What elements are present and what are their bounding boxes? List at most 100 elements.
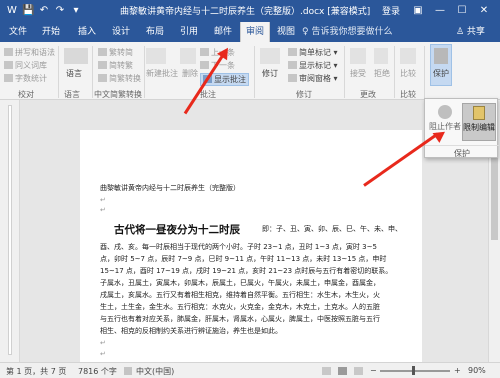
proofing-status-icon[interactable] [124, 367, 132, 375]
group-separator [92, 46, 93, 98]
group-label-language: 语言 [64, 90, 80, 99]
group-label-chinese-conversion: 中文简繁转换 [94, 90, 142, 99]
spelling-grammar-button[interactable]: 拼写和语法 [4, 47, 55, 58]
restrict-editing-button[interactable]: 限制编辑 [462, 103, 496, 141]
spelling-icon [4, 48, 13, 56]
reviewing-pane-icon [288, 74, 297, 82]
body-line: 酉、戌、亥。每一时辰相当于现代的两个小时。子时 23~1 点，丑时 1~3 点，… [100, 243, 377, 251]
document-heading: 古代将一昼夜分为十二时辰 [114, 224, 240, 236]
tab-file[interactable]: 文件 [4, 22, 32, 42]
tab-review[interactable]: 审阅 [240, 22, 270, 42]
language-icon [64, 48, 88, 64]
zoom-in-button[interactable]: + [454, 366, 461, 375]
protect-dropdown-panel: 阻止作者 限制编辑 保护 [424, 98, 499, 159]
track-changes-icon [260, 48, 280, 64]
language-status[interactable]: 中文(中国) [136, 366, 174, 377]
web-layout-icon[interactable] [354, 367, 363, 375]
paragraph-mark: ↵ [100, 339, 106, 347]
group-label-changes: 更改 [360, 90, 376, 99]
chinese-conversion-button[interactable]: 简繁转换 [98, 73, 141, 84]
reject-button[interactable]: 拒绝 [374, 68, 390, 79]
customize-qat-icon[interactable]: ▾ [70, 4, 82, 18]
tab-layout[interactable]: 布局 [140, 22, 170, 42]
zoom-out-button[interactable]: − [370, 366, 377, 375]
zoom-slider-knob[interactable] [412, 366, 415, 375]
ruler-scale [8, 105, 12, 355]
tab-home[interactable]: 开始 [36, 22, 66, 42]
trad-to-simp-button[interactable]: 繁转简 [98, 47, 133, 58]
show-markup-icon [288, 61, 297, 69]
simp-to-trad-button[interactable]: 简转繁 [98, 60, 133, 71]
tell-me-search[interactable]: ♀ 告诉我你想要做什么 [302, 22, 392, 42]
thesaurus-button[interactable]: 同义词库 [4, 60, 47, 71]
language-button[interactable]: 语言 [66, 68, 82, 79]
new-comment-button[interactable]: 新建批注 [146, 68, 178, 79]
group-label-comments: 批注 [200, 90, 216, 99]
tab-mailings[interactable]: 邮件 [208, 22, 238, 42]
word-count-button[interactable]: 字数统计 [4, 73, 47, 84]
print-layout-icon[interactable] [338, 367, 347, 375]
read-mode-icon[interactable] [322, 367, 331, 375]
simple-markup-dropdown[interactable]: 简单标记 ▾ [288, 47, 338, 58]
markup-icon [288, 48, 297, 56]
ribbon-tab-bar: 文件 开始 插入 设计 布局 引用 邮件 审阅 视图 ♀ 告诉我你想要做什么 ♙… [0, 22, 500, 42]
redo-icon[interactable]: ↷ [54, 4, 66, 18]
ribbon-options-icon[interactable]: ▣ [410, 3, 426, 18]
previous-icon [200, 48, 209, 56]
word-count[interactable]: 7816 个字 [78, 366, 117, 377]
group-separator [144, 46, 145, 98]
login-link[interactable]: 登录 [382, 4, 400, 17]
body-line: 生土，土生金，金生水。五行相克：水克火，火克金，金克木，木克土，土克水。人的五脏 [100, 303, 380, 311]
protect-group-label: 保护 [425, 145, 499, 159]
compare-icon [400, 48, 416, 64]
convert-icon [98, 48, 107, 56]
track-changes-button[interactable]: 修订 [262, 68, 278, 79]
paragraph-mark: ↵ [100, 350, 106, 358]
tab-references[interactable]: 引用 [174, 22, 204, 42]
lock-icon [434, 48, 448, 64]
group-label-tracking: 修订 [296, 90, 312, 99]
group-label-proofing: 校对 [18, 90, 34, 99]
tab-insert[interactable]: 插入 [72, 22, 102, 42]
accept-icon [350, 48, 366, 64]
block-authors-icon [438, 105, 452, 119]
restrict-editing-icon [473, 106, 485, 120]
word-count-icon [4, 74, 13, 82]
maximize-button[interactable]: ☐ [454, 3, 470, 18]
compare-button[interactable]: 比较 [400, 68, 416, 79]
group-separator [424, 46, 425, 98]
document-title-line: 曲黎敏讲黄帝内经与十二时辰养生（完整版） [100, 184, 240, 192]
convert-icon [98, 74, 107, 82]
reviewing-pane-dropdown[interactable]: 审阅窗格 ▾ [288, 73, 338, 84]
paragraph-mark: ↵ [100, 196, 106, 204]
body-line: 戌属土，亥属水。五行又有着相生相克，维持着自然平衡。五行相生：水生木，木生火，火 [100, 291, 380, 299]
tab-view[interactable]: 视图 [272, 22, 300, 42]
body-line: 点，卯时 5~7 点，辰时 7~9 点，巳时 9~11 点，午时 11~13 点… [100, 255, 387, 263]
protect-button[interactable]: 保护 [433, 68, 449, 79]
undo-icon[interactable]: ↶ [38, 4, 50, 18]
close-button[interactable]: ✕ [476, 3, 492, 18]
tab-design[interactable]: 设计 [106, 22, 136, 42]
show-markup-dropdown[interactable]: 显示标记 ▾ [288, 60, 338, 71]
group-separator [254, 46, 255, 98]
group-separator [58, 46, 59, 98]
word-logo-icon: W [7, 5, 17, 16]
reject-icon [374, 48, 388, 64]
page-count[interactable]: 第 1 页，共 7 页 [6, 366, 66, 377]
body-line: 子属水，丑属土，寅属木，卯属木，辰属土，巳属火，午属火，未属土，申属金，酉属金， [100, 279, 380, 287]
review-ribbon: 拼写和语法 同义词库 字数统计 校对 语言 语言 繁转简 简转繁 简繁转换 中文… [0, 42, 500, 100]
minimize-button[interactable]: — [432, 3, 448, 18]
group-label-compare: 比较 [400, 90, 416, 99]
thesaurus-icon [4, 61, 13, 69]
accept-button[interactable]: 接受 [350, 68, 366, 79]
share-button[interactable]: ♙ 共享 [456, 22, 485, 42]
save-icon[interactable]: 💾 [22, 4, 34, 18]
next-icon [200, 61, 209, 69]
zoom-slider[interactable] [380, 370, 450, 372]
delete-comment-icon [180, 48, 196, 64]
zoom-level[interactable]: 90% [468, 366, 486, 375]
group-separator [394, 46, 395, 98]
heading-continuation: 即：子、丑、寅、卯、辰、巳、午、未、申、 [262, 225, 402, 233]
body-line: 15~17 点，酉时 17~19 点，戌时 19~21 点，亥时 21~23 点… [100, 267, 393, 275]
delete-comment-button[interactable]: 删除 [182, 68, 198, 79]
